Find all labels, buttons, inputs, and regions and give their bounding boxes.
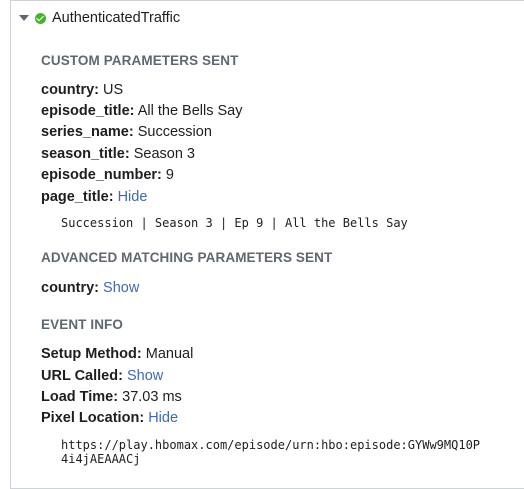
param-key: series_name: [41, 124, 129, 140]
event-name: AuthenticatedTraffic: [52, 10, 181, 26]
show-url-link[interactable]: Show: [127, 368, 163, 384]
param-row-country: country: US: [41, 82, 124, 98]
param-row-season-title: season_title: Season 3: [41, 146, 195, 162]
param-key: page_title: [41, 189, 109, 205]
show-country-link[interactable]: Show: [103, 280, 139, 296]
param-key: country: [41, 280, 95, 296]
param-row-episode-number: episode_number: 9: [41, 167, 174, 183]
info-value: 37.03 ms: [122, 389, 182, 405]
param-value: All the Bells Say: [137, 103, 243, 119]
param-row-episode-title: episode_title: All the Bells Say: [41, 103, 243, 119]
advanced-row-country: country: Show: [41, 280, 140, 296]
param-row-series-name: series_name: Succession: [41, 124, 212, 140]
pixel-location-url-line2: 4i4jAEAAACj: [61, 452, 141, 466]
advanced-matching-title: ADVANCED MATCHING PARAMETERS SENT: [41, 250, 333, 265]
param-value: US: [103, 82, 124, 98]
param-key: country: [41, 82, 95, 98]
page-title-value: Succession | Season 3 | Ep 9 | All the B…: [61, 216, 408, 230]
hide-pixel-location-link[interactable]: Hide: [148, 410, 178, 426]
param-key: episode_title: [41, 103, 130, 119]
info-row-load-time: Load Time: 37.03 ms: [41, 389, 182, 405]
param-value: Succession: [137, 124, 212, 140]
info-value: Manual: [145, 346, 194, 362]
info-key: Pixel Location: [41, 410, 140, 426]
info-row-setup-method: Setup Method: Manual: [41, 346, 194, 362]
param-key: season_title: [41, 146, 125, 162]
param-key: episode_number: [41, 167, 158, 183]
info-row-pixel-location: Pixel Location: Hide: [41, 410, 179, 426]
caret-down-icon[interactable]: [19, 15, 29, 21]
info-key: Load Time: [41, 389, 114, 405]
param-value: 9: [165, 167, 174, 183]
info-row-url-called: URL Called: Show: [41, 368, 164, 384]
event-info-title: EVENT INFO: [41, 317, 124, 332]
info-key: URL Called: [41, 368, 119, 384]
param-row-page-title: page_title: Hide: [41, 189, 148, 205]
check-circle-icon: [35, 12, 46, 24]
custom-parameters-title: CUSTOM PARAMETERS SENT: [41, 53, 239, 68]
param-value: Season 3: [133, 146, 195, 162]
pixel-location-url-line1: https://play.hbomax.com/episode/urn:hbo:…: [61, 438, 481, 452]
event-header[interactable]: AuthenticatedTraffic: [19, 10, 180, 26]
hide-page-title-link[interactable]: Hide: [118, 189, 148, 205]
info-key: Setup Method: [41, 346, 137, 362]
